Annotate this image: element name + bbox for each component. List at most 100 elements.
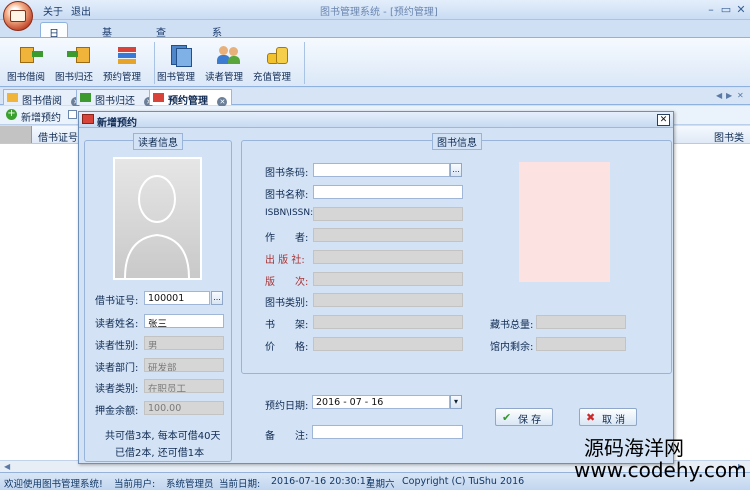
reader-info-group: 读者信息 借书证号: 100001 ... 读者姓名: 张三 读者性别: 男 读…	[84, 133, 232, 462]
card-lookup-button[interactable]: ...	[211, 291, 223, 305]
book-category-field	[313, 293, 463, 307]
date-dropdown-icon[interactable]: ▾	[450, 395, 462, 409]
reader-type-field: 在职员工	[144, 379, 224, 393]
quota-info-text: 共可借3本, 每本可借40天	[105, 431, 221, 442]
status-user-label: 当前用户:	[114, 479, 156, 490]
ribbon-reserve-button[interactable]: 预约管理	[103, 41, 151, 85]
cancel-button[interactable]: ✖ 取 消	[579, 408, 637, 426]
coins-icon	[264, 43, 290, 67]
reader-gender-label: 读者性别:	[95, 341, 139, 352]
publisher-label: 出 版 社:	[265, 255, 305, 266]
card-number-label: 借书证号:	[95, 296, 139, 307]
ribbon-separator	[304, 42, 305, 84]
menu-about[interactable]: 关于	[43, 3, 63, 18]
tab-scroll-left-icon[interactable]: ◀	[716, 91, 722, 100]
tab-query[interactable]: 查询统计	[148, 22, 174, 84]
app-menu-orb-icon[interactable]	[3, 1, 33, 31]
menu-exit[interactable]: 退出	[71, 3, 91, 18]
book-manage-icon	[168, 43, 194, 67]
price-label: 价 格:	[265, 342, 309, 353]
user-silhouette-icon	[124, 175, 190, 279]
return-book-icon	[66, 43, 92, 67]
price-field	[313, 337, 463, 351]
borrow-book-icon	[18, 43, 44, 67]
card-number-field[interactable]: 100001	[144, 291, 210, 305]
column-card-number[interactable]: 借书证号	[38, 129, 78, 144]
window-title: 图书管理系统 - [预约管理]	[320, 7, 438, 18]
watermark-text: 源码海洋网	[584, 436, 684, 460]
reader-dept-field: 研发部	[144, 358, 224, 372]
book-title-label: 图书名称:	[265, 190, 309, 201]
new-reservation-dialog: 新增预约 ✕ 读者信息 借书证号: 100001 ... 读者姓名: 张三 读者…	[78, 111, 674, 464]
remaining-label: 馆内剩余:	[490, 342, 534, 353]
remark-field[interactable]	[312, 425, 463, 439]
minimize-icon[interactable]: –	[704, 2, 718, 16]
reader-type-label: 读者类别:	[95, 384, 139, 395]
barcode-lookup-button[interactable]: ...	[450, 163, 462, 177]
ribbon-separator	[154, 42, 155, 84]
total-copies-label: 藏书总量:	[490, 320, 534, 331]
status-date-label: 当前日期:	[219, 479, 261, 490]
scroll-left-icon[interactable]: ◀	[4, 462, 10, 471]
ribbon-recharge-button[interactable]: 充值管理	[253, 41, 301, 85]
ribbon-reader-manage-button[interactable]: 读者管理	[205, 41, 253, 85]
status-copyright: Copyright (C) TuShu 2016	[402, 476, 525, 487]
status-date-value: 2016-07-16 20:30:17	[271, 476, 372, 487]
close-icon[interactable]: ✕	[734, 2, 748, 16]
ribbon-borrow-button[interactable]: 图书借阅	[7, 41, 55, 85]
balance-label: 押金余额:	[95, 406, 139, 417]
isbn-field	[313, 207, 463, 221]
barcode-label: 图书条码:	[265, 168, 309, 179]
dialog-title: 新增预约	[97, 118, 137, 129]
doc-tab-reserve[interactable]: 预约管理 ✕	[149, 89, 233, 107]
isbn-label: ISBN\ISSN:	[265, 208, 314, 218]
doc-tab-return[interactable]: 图书归还 ✕	[76, 89, 160, 107]
dialog-close-icon[interactable]: ✕	[657, 114, 670, 126]
watermark-url: www.codehy.com	[574, 458, 747, 482]
balance-field: 100.00	[144, 401, 224, 415]
shelf-label: 书 架:	[265, 320, 309, 331]
dialog-app-icon	[82, 114, 94, 124]
readers-icon	[216, 43, 242, 67]
publisher-field	[313, 250, 463, 264]
tab-scroll-right-icon[interactable]: ▶	[726, 91, 732, 100]
reader-dept-label: 读者部门:	[95, 363, 139, 374]
status-weekday: 星期六	[366, 479, 395, 490]
remaining-field	[536, 337, 626, 351]
ribbon: 图书借阅 图书归还 预约管理 图书管理 读者管理 充值管理	[0, 37, 750, 87]
return-tab-icon	[80, 93, 91, 102]
new-reservation-button[interactable]: 新增预约	[21, 109, 61, 124]
reserve-date-field[interactable]: 2016 - 07 - 16	[312, 395, 450, 409]
author-field	[313, 228, 463, 242]
book-category-label: 图书类别:	[265, 298, 309, 309]
document-tabs: 图书借阅 ✕ 图书归还 ✕ 预约管理 ✕	[0, 88, 750, 107]
row-header-cell	[0, 126, 32, 143]
doc-tab-borrow[interactable]: 图书借阅 ✕	[3, 89, 87, 107]
tab-basic[interactable]: 基础设置	[94, 22, 120, 84]
checkmark-icon: ✔	[502, 411, 512, 424]
total-copies-field	[536, 315, 626, 329]
borrow-tab-icon	[7, 93, 18, 102]
book-title-field[interactable]	[313, 185, 463, 199]
maximize-icon[interactable]: ▭	[719, 2, 733, 16]
reader-gender-field: 男	[144, 336, 224, 350]
status-welcome: 欢迎使用图书管理系统!	[4, 479, 103, 490]
tab-close-all-icon[interactable]: ✕	[737, 91, 744, 100]
edit-icon[interactable]	[68, 110, 77, 119]
save-button[interactable]: ✔ 保 存	[495, 408, 553, 426]
reader-name-field[interactable]: 张三	[144, 314, 224, 328]
edition-label: 版 次:	[265, 277, 309, 288]
ribbon-return-button[interactable]: 图书归还	[55, 41, 103, 85]
remark-label: 备 注:	[265, 431, 309, 442]
borrowed-info-text: 已借2本, 还可借1本	[115, 448, 205, 459]
tab-system[interactable]: 系统设置	[204, 22, 230, 84]
book-cover-image	[519, 162, 610, 282]
tab-daily[interactable]: 日常操作	[40, 22, 68, 85]
reserve-date-label: 预约日期:	[265, 401, 309, 412]
reader-photo	[113, 157, 202, 280]
status-user-value: 系统管理员	[166, 479, 214, 490]
book-group-title: 图书信息	[432, 133, 482, 150]
barcode-field[interactable]	[313, 163, 450, 177]
ribbon-book-manage-button[interactable]: 图书管理	[157, 41, 205, 85]
reader-name-label: 读者姓名:	[95, 319, 139, 330]
